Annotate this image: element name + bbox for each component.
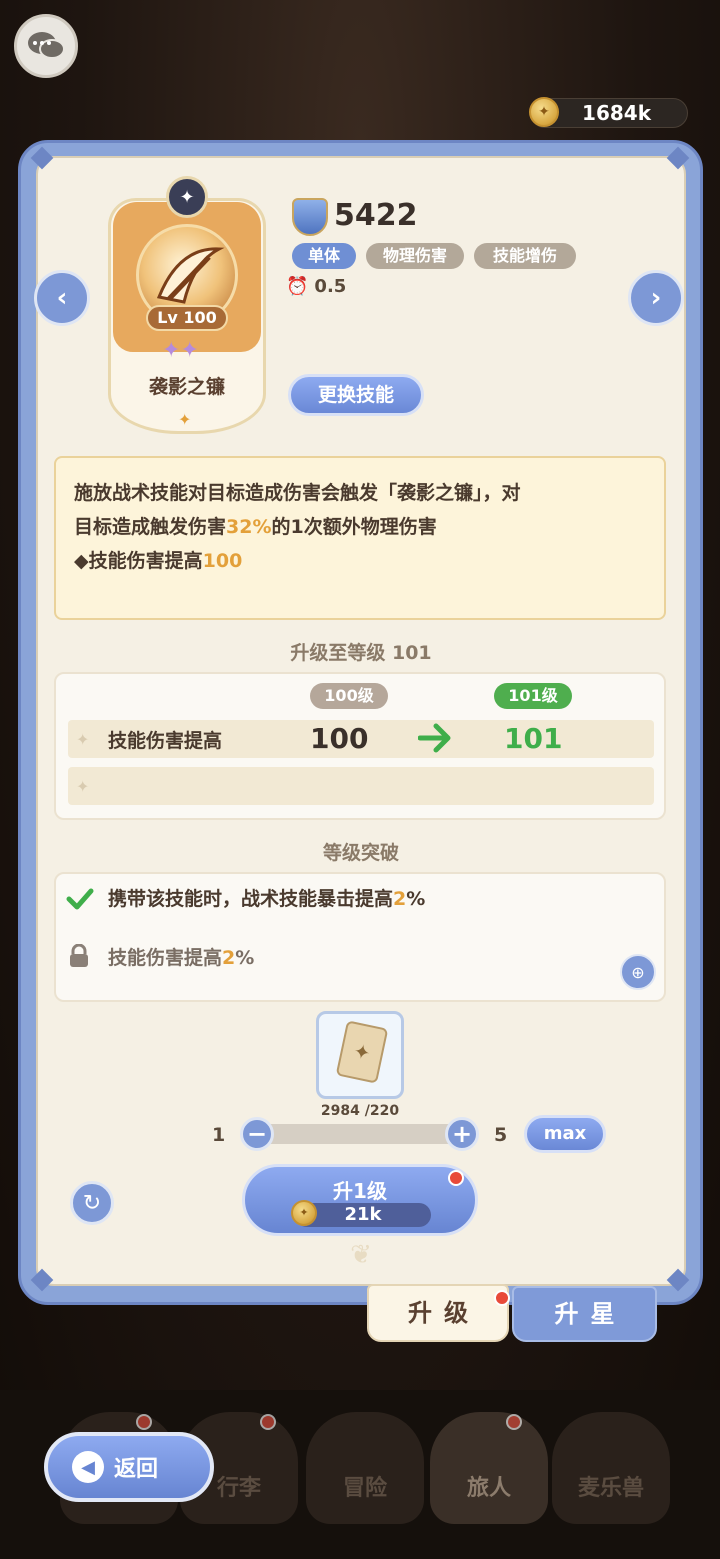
magnifier-icon: ⊕ [631,962,645,982]
nav-item-adventure[interactable]: 冒险 [306,1412,424,1524]
tab-upgrade[interactable]: 升级 [367,1284,509,1342]
skill-card-material-icon: ✦ [335,1020,389,1084]
upgrade-button-label: 升1级 [333,1179,387,1203]
material-item[interactable]: ✦ [316,1011,404,1099]
cooldown-value: 0.5 [314,276,347,297]
tag-physical-damage: 物理伤害 [366,243,464,269]
nav-item-pet[interactable]: 麦乐兽 [552,1412,670,1524]
tag-skill-boost: 技能增伤 [474,243,576,269]
max-button[interactable]: max [524,1115,606,1153]
shield-sword-icon [292,198,328,236]
stat-current-value: 100 [310,722,369,755]
plus-icon: + [451,1120,473,1148]
cooldown-row: ⏰ 0.5 [286,276,346,297]
back-arrow-icon: ◀ [72,1451,104,1483]
chat-button[interactable] [14,14,78,78]
alarm-clock-icon: ⏰ [286,276,309,297]
notification-dot [494,1290,510,1306]
upgrade-title: 升级至等级 101 [290,642,432,664]
breakthrough-title: 等级突破 [322,842,399,864]
slider-min-label: 1 [212,1124,226,1146]
coin-icon: ✦ [529,97,559,127]
currency-value: 1684k [582,101,651,125]
stat-next-value: 101 [504,722,563,755]
zoom-in-button[interactable]: ⊕ [620,954,656,990]
back-button[interactable]: ◀ 返回 [44,1432,214,1502]
skill-name: 袭影之镰 [148,376,225,398]
minus-icon: − [246,1120,268,1148]
skill-level-badge: Lv 100 [146,305,228,331]
prev-skill-button[interactable]: ‹ [34,270,90,326]
notification-dot [260,1414,276,1430]
notification-dot [448,1170,464,1186]
sparkle-icon: ✦ [76,777,90,796]
stat-label: 技能伤害提高 [108,730,223,752]
star-icon: ✦ [180,338,199,363]
increase-button[interactable]: + [445,1117,479,1151]
currency-display: ✦ 1684k [529,97,688,128]
notification-dot [506,1414,522,1430]
ornament-icon: ❦ [350,1240,372,1270]
change-skill-button[interactable]: 更换技能 [288,374,424,416]
chat-bubble-icon [28,32,65,59]
material-count: 2984 /220 [320,1103,400,1119]
breakthrough-item-unlocked: 携带该技能时，战术技能暴击提高2% [108,888,426,910]
skill-power: 5422 [334,198,418,233]
checkmark-icon [66,888,94,910]
desc-line: 施放战术技能对目标造成伤害会触发「袭影之镰」，对 [74,482,521,504]
lock-icon [70,944,88,967]
reset-button[interactable]: ↻ [70,1181,114,1225]
next-level-pill: 101级 [494,683,572,709]
decrease-button[interactable]: − [240,1117,274,1151]
next-skill-button[interactable]: › [628,270,684,326]
arrow-right-icon [417,722,454,758]
upgrade-cost: ✦ 21k [291,1200,431,1227]
skill-description: 施放战术技能对目标造成伤害会触发「袭影之镰」，对 目标造成触发伤害32%的1次额… [54,456,666,620]
sparkle-icon: ✦ [178,410,192,429]
star-icon: ✦ [162,338,181,363]
quantity-slider-track[interactable] [252,1124,462,1144]
desc-line: ◆技能伤害提高100 [74,550,243,572]
current-level-pill: 100级 [310,683,388,709]
star-rating: ✦✦ [162,338,199,363]
stat-row-empty [68,767,654,805]
coin-icon: ✦ [291,1200,317,1226]
tag-single-target: 单体 [292,243,356,269]
nav-item-traveler[interactable]: 旅人 [430,1412,548,1524]
slider-max-label: 5 [494,1124,508,1146]
desc-line: 目标造成触发伤害32%的1次额外物理伤害 [74,516,437,538]
upgrade-cost-value: 21k [344,1204,382,1225]
sparkle-icon: ✦ [76,730,90,749]
back-button-label: 返回 [114,1457,159,1482]
refresh-icon: ↻ [82,1190,102,1216]
tab-star-up[interactable]: 升星 [512,1286,657,1342]
upgrade-button[interactable]: 升1级 ✦ 21k [242,1164,478,1236]
chevron-left-icon: ‹ [56,283,68,313]
skill-type-emblem-icon: ✦ [166,176,208,218]
breakthrough-item-locked: 技能伤害提高2% [108,947,255,969]
notification-dot [136,1414,152,1430]
chevron-right-icon: › [650,283,662,313]
